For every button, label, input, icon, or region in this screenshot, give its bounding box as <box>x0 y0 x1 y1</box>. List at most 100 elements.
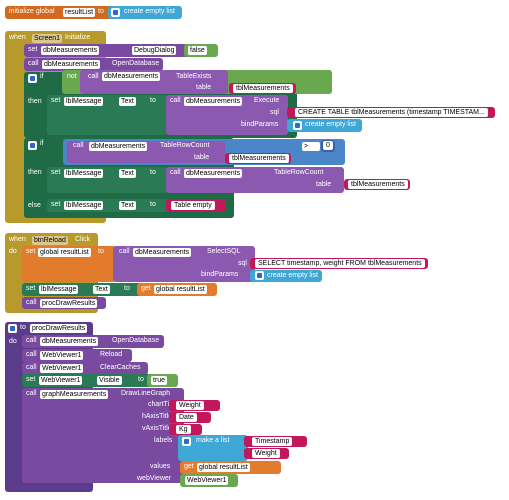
select-sql-string-block[interactable]: SELECT timestamp, weight FROM tblMeasure… <box>250 258 428 269</box>
set-lblmessage-block-2[interactable]: set lblMessage Text to <box>47 167 167 193</box>
gear-icon[interactable] <box>111 8 120 17</box>
create-empty-list-block[interactable]: create empty list <box>108 6 182 19</box>
property-dropdown[interactable]: DebugDialog <box>132 46 177 55</box>
string-value[interactable]: tblMeasurements <box>348 180 408 189</box>
when-label: when <box>9 34 26 41</box>
call-execute-block[interactable]: call dbMeasurements Execute sql bindPara… <box>166 95 288 135</box>
kg-string-block[interactable]: Kg <box>169 424 202 435</box>
create-empty-list-block[interactable]: create empty list <box>250 270 322 282</box>
string-value[interactable]: Table empty <box>171 201 215 210</box>
date-string-block[interactable]: Date <box>169 412 211 423</box>
component-dropdown[interactable]: dbMeasurements <box>184 169 243 178</box>
component-dropdown[interactable]: dbMeasurements <box>41 46 100 55</box>
set-global-resultlist-block[interactable]: set global resultList to <box>22 246 116 282</box>
variable-dropdown[interactable]: global resultList <box>154 285 207 294</box>
call-label: call <box>26 299 37 306</box>
call-tablerowcount-block-2[interactable]: call dbMeasurements TableRowCount table <box>166 167 344 193</box>
procedure-dropdown[interactable]: procDrawResults <box>40 299 98 308</box>
procedure-name-field[interactable]: procDrawResults <box>30 324 88 333</box>
number-block[interactable]: 0 <box>321 140 335 152</box>
variable-dropdown[interactable]: global resultList <box>38 248 91 257</box>
false-block[interactable]: false <box>184 44 218 57</box>
call-opendatabase-block-2[interactable]: call dbMeasurements OpenDatabase <box>22 335 164 348</box>
component-dropdown[interactable]: WebViewer1 <box>185 476 229 485</box>
gear-icon[interactable] <box>28 141 37 150</box>
sql-label: sql <box>270 109 279 116</box>
string-value[interactable]: Weight <box>252 449 280 458</box>
component-dropdown[interactable]: lblMessage <box>64 201 104 210</box>
string-value[interactable]: Date <box>176 413 197 422</box>
call-procdrawresults-block[interactable]: call procDrawResults <box>22 297 106 309</box>
variable-dropdown[interactable]: global resultList <box>197 463 250 472</box>
call-tablerowcount-block[interactable]: call dbMeasurements TableRowCount table <box>67 141 225 163</box>
tbl-string-block-3[interactable]: tblMeasurements <box>344 179 410 190</box>
create-table-string-block[interactable]: CREATE TABLE tblMeasurements (timestamp … <box>287 107 495 118</box>
set-lblmessage-block-4[interactable]: set lblMessage Text to <box>22 283 142 296</box>
call-drawlinegraph-block[interactable]: call graphMeasurements DrawLineGraph cha… <box>22 388 184 483</box>
property-dropdown[interactable]: Visible <box>97 376 122 385</box>
tbl-string-block-1[interactable]: tblMeasurements <box>229 83 296 94</box>
call-selectsql-block[interactable]: call dbMeasurements SelectSQL sql bindPa… <box>113 246 255 282</box>
component-dropdown[interactable]: WebViewer1 <box>40 364 84 373</box>
property-dropdown[interactable]: Text <box>119 169 136 178</box>
component-dropdown[interactable]: lblMessage <box>64 97 104 106</box>
gear-icon[interactable] <box>182 437 191 446</box>
string-value[interactable]: tblMeasurements <box>229 154 289 163</box>
get-global-resultlist-block[interactable]: get global resultList <box>137 283 217 296</box>
set-label: set <box>51 169 61 176</box>
var-name-field[interactable]: resultList <box>63 8 96 17</box>
get-global-resultlist-block-2[interactable]: get global resultList <box>180 461 281 474</box>
weight-label-string-block[interactable]: Weight <box>244 448 289 459</box>
property-dropdown[interactable]: Text <box>119 201 136 210</box>
component-dropdown[interactable]: dbMeasurements <box>184 97 243 106</box>
set-lblmessage-block-3[interactable]: set lblMessage Text to <box>47 199 169 212</box>
make-a-list-block[interactable]: make a list <box>178 435 248 461</box>
operator-dropdown[interactable]: > <box>302 142 320 151</box>
string-value[interactable]: SELECT timestamp, weight FROM tblMeasure… <box>255 259 425 268</box>
component-dropdown[interactable]: dbMeasurements <box>42 60 101 69</box>
string-value[interactable]: Timestamp <box>252 437 293 446</box>
component-dropdown[interactable]: Screen1 <box>32 34 63 43</box>
string-value[interactable]: Kg <box>176 425 191 434</box>
component-dropdown[interactable]: dbMeasurements <box>102 72 161 81</box>
component-dropdown[interactable]: WebViewer1 <box>40 351 84 360</box>
number-value[interactable]: 0 <box>323 141 333 150</box>
call-tableexists-block[interactable]: call dbMeasurements TableExists table <box>80 70 228 94</box>
true-block[interactable]: true <box>147 374 178 387</box>
get-label: get <box>141 285 151 292</box>
string-value[interactable]: CREATE TABLE tblMeasurements (timestamp … <box>295 108 488 117</box>
component-dropdown[interactable]: btnReload <box>32 236 68 245</box>
component-dropdown[interactable]: lblMessage <box>64 169 104 178</box>
call-label: call <box>26 390 37 397</box>
component-dropdown[interactable]: graphMeasurements <box>40 390 109 399</box>
weight-string-block[interactable]: Weight <box>169 400 220 411</box>
gear-icon[interactable] <box>28 74 37 83</box>
webviewer1-component-block[interactable]: WebViewer1 <box>180 474 238 487</box>
component-dropdown[interactable]: lblMessage <box>39 285 79 294</box>
gear-icon[interactable] <box>293 121 302 130</box>
sql-label: sql <box>238 260 247 267</box>
component-dropdown[interactable]: dbMeasurements <box>89 142 148 151</box>
property-dropdown[interactable]: Text <box>93 285 110 294</box>
call-reload-block[interactable]: call WebViewer1 Reload <box>22 349 132 362</box>
method-label: OpenDatabase <box>112 337 160 344</box>
property-dropdown[interactable]: Text <box>119 97 136 106</box>
string-value[interactable]: Weight <box>176 401 204 410</box>
component-dropdown[interactable]: dbMeasurements <box>40 337 99 346</box>
create-empty-list-block[interactable]: create empty list <box>287 119 362 132</box>
component-dropdown[interactable]: dbMeasurements <box>133 248 192 257</box>
set-label: set <box>26 376 36 383</box>
string-value[interactable]: tblMeasurements <box>233 84 293 93</box>
boolean-dropdown[interactable]: true <box>151 376 168 385</box>
to-label: to <box>98 248 104 255</box>
timestamp-string-block[interactable]: Timestamp <box>244 436 307 447</box>
set-visible-block[interactable]: set WebViewer1 Visible to <box>22 374 154 387</box>
boolean-dropdown[interactable]: false <box>188 46 207 55</box>
gear-icon[interactable] <box>255 271 264 280</box>
to-label: to <box>20 324 26 331</box>
component-dropdown[interactable]: WebViewer1 <box>39 376 83 385</box>
set-lblmessage-block-1[interactable]: set lblMessage Text to <box>47 95 167 135</box>
gear-icon[interactable] <box>8 324 17 333</box>
tbl-string-block-2[interactable]: tblMeasurements <box>225 153 291 164</box>
table-empty-string-block[interactable]: Table empty <box>166 199 226 212</box>
